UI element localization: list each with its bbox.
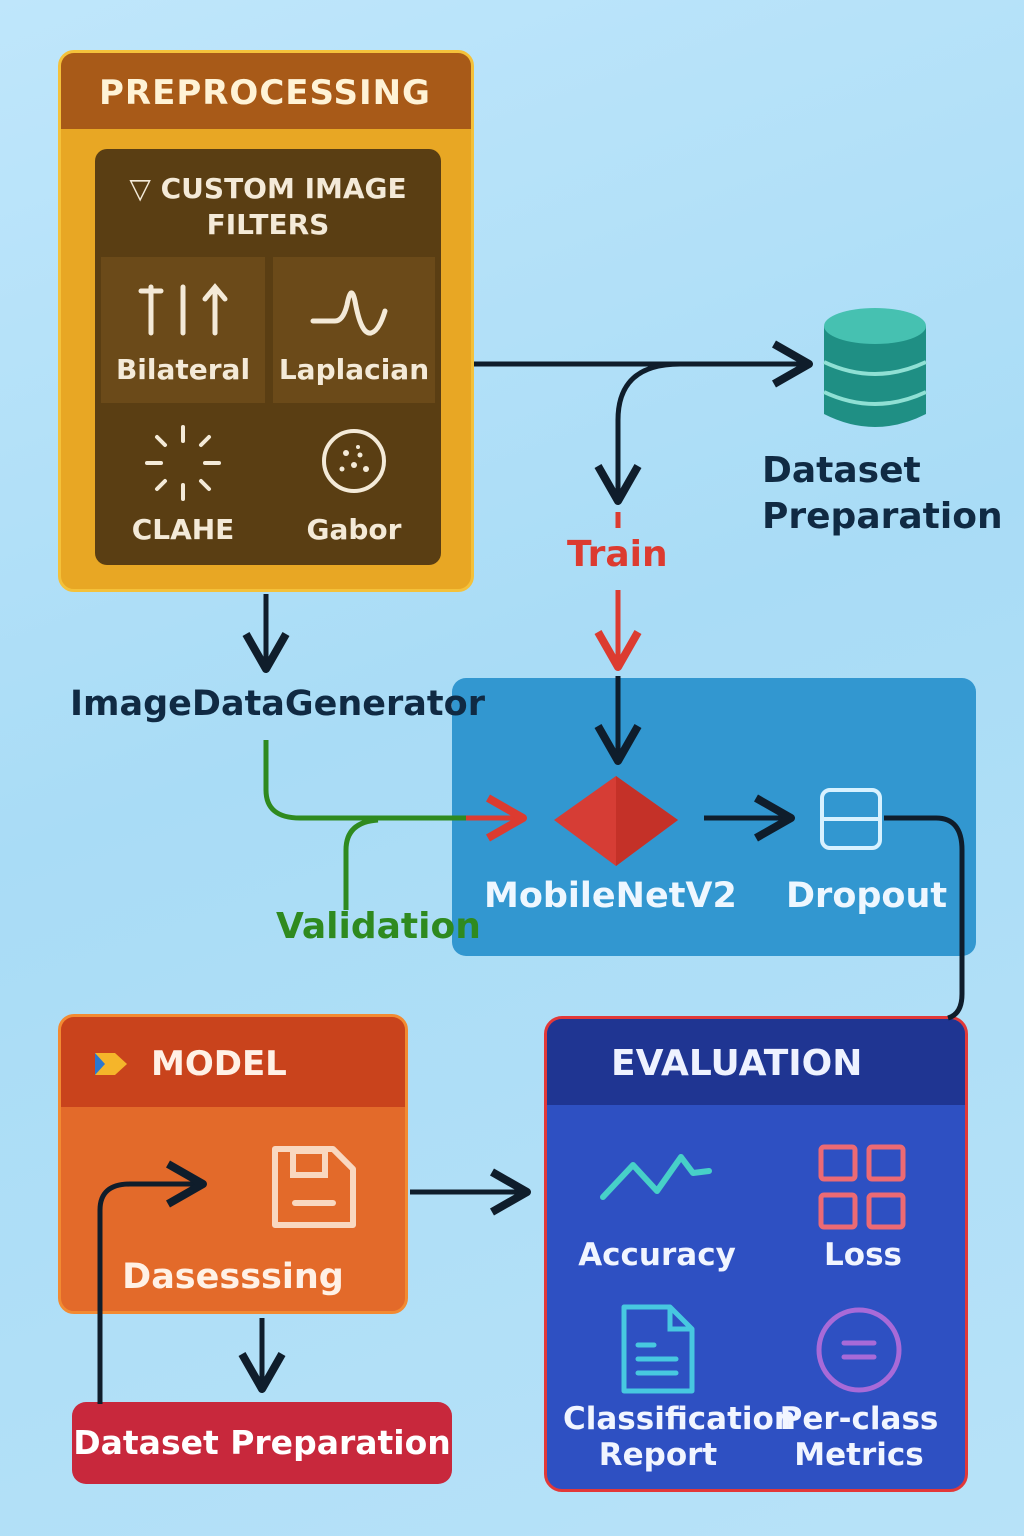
database-icon	[823, 308, 927, 427]
laplacian-wave-icon	[310, 290, 388, 336]
model-subtitle: Dasesssing	[122, 1257, 344, 1297]
dotted-circle-icon	[322, 429, 386, 493]
metric-label: Classification	[563, 1401, 796, 1437]
dropout-label: Dropout	[786, 876, 948, 916]
metric-label: Accuracy	[578, 1237, 736, 1273]
custom-filters-title: ▽ CUSTOM IMAGE FILTERS	[95, 171, 441, 243]
evaluation-panel: EVALUATION Accuracy Loss Classification …	[544, 1016, 968, 1492]
mobilenet-diamond-icon	[554, 776, 678, 866]
metric-label: Per-class	[779, 1401, 939, 1437]
filter-label: CLAHE	[131, 513, 235, 546]
custom-filters-box: ▽ CUSTOM IMAGE FILTERS Bilateral Laplaci…	[95, 149, 441, 565]
mobilenetv2-label: MobileNetV2	[484, 876, 737, 916]
filter-gabor: Gabor	[273, 411, 435, 557]
circle-equal-icon	[816, 1307, 902, 1393]
burst-icon	[145, 425, 221, 501]
validation-path	[263, 740, 468, 821]
grid-icon	[818, 1144, 906, 1230]
model-tag-icon	[95, 1053, 127, 1075]
preprocessing-panel: PREPROCESSING ▽ CUSTOM IMAGE FILTERS Bil…	[58, 50, 474, 592]
filters-title-line2: FILTERS	[206, 208, 330, 241]
metric-label-line2: Report	[598, 1437, 718, 1473]
metric-accuracy: Accuracy	[567, 1145, 747, 1273]
filter-label: Bilateral	[115, 353, 251, 386]
dataset-preparation-bottom: Dataset Preparation	[72, 1402, 452, 1484]
filters-title-line1: ▽ CUSTOM IMAGE	[129, 172, 407, 205]
metric-loss: Loss	[773, 1143, 953, 1273]
metric-per-class: Per-class Metrics	[769, 1303, 949, 1473]
dropout-icon	[820, 788, 882, 850]
image-data-generator-label: ImageDataGenerator	[70, 684, 485, 724]
train-label: Train	[567, 534, 668, 575]
metric-label-line2: Metrics	[794, 1437, 924, 1473]
validation-label: Validation	[276, 906, 481, 947]
filter-clahe: CLAHE	[101, 411, 265, 557]
line-chart-icon	[600, 1154, 712, 1200]
save-icon	[272, 1146, 356, 1228]
filter-bilateral: Bilateral	[101, 257, 265, 403]
metric-label: Loss	[824, 1237, 902, 1273]
preprocessing-title: PREPROCESSING	[61, 53, 471, 129]
filter-laplacian: Laplacian	[273, 257, 435, 403]
dataset-preparation-label: Dataset Preparation	[762, 448, 1003, 540]
filter-label: Laplacian	[278, 353, 430, 386]
filter-label: Gabor	[306, 513, 402, 546]
document-icon	[621, 1304, 695, 1394]
dataset-label-line1: Dataset	[762, 450, 921, 491]
bilateral-arrows-icon	[138, 283, 228, 336]
arrow-branch-train	[594, 361, 681, 505]
evaluation-title: EVALUATION	[547, 1019, 965, 1105]
validation-branch	[343, 817, 379, 910]
metric-classification-report: Classification Report	[563, 1301, 796, 1473]
dataset-label-line2: Preparation	[762, 496, 1003, 537]
model-panel: MODEL Dasesssing	[58, 1014, 408, 1314]
